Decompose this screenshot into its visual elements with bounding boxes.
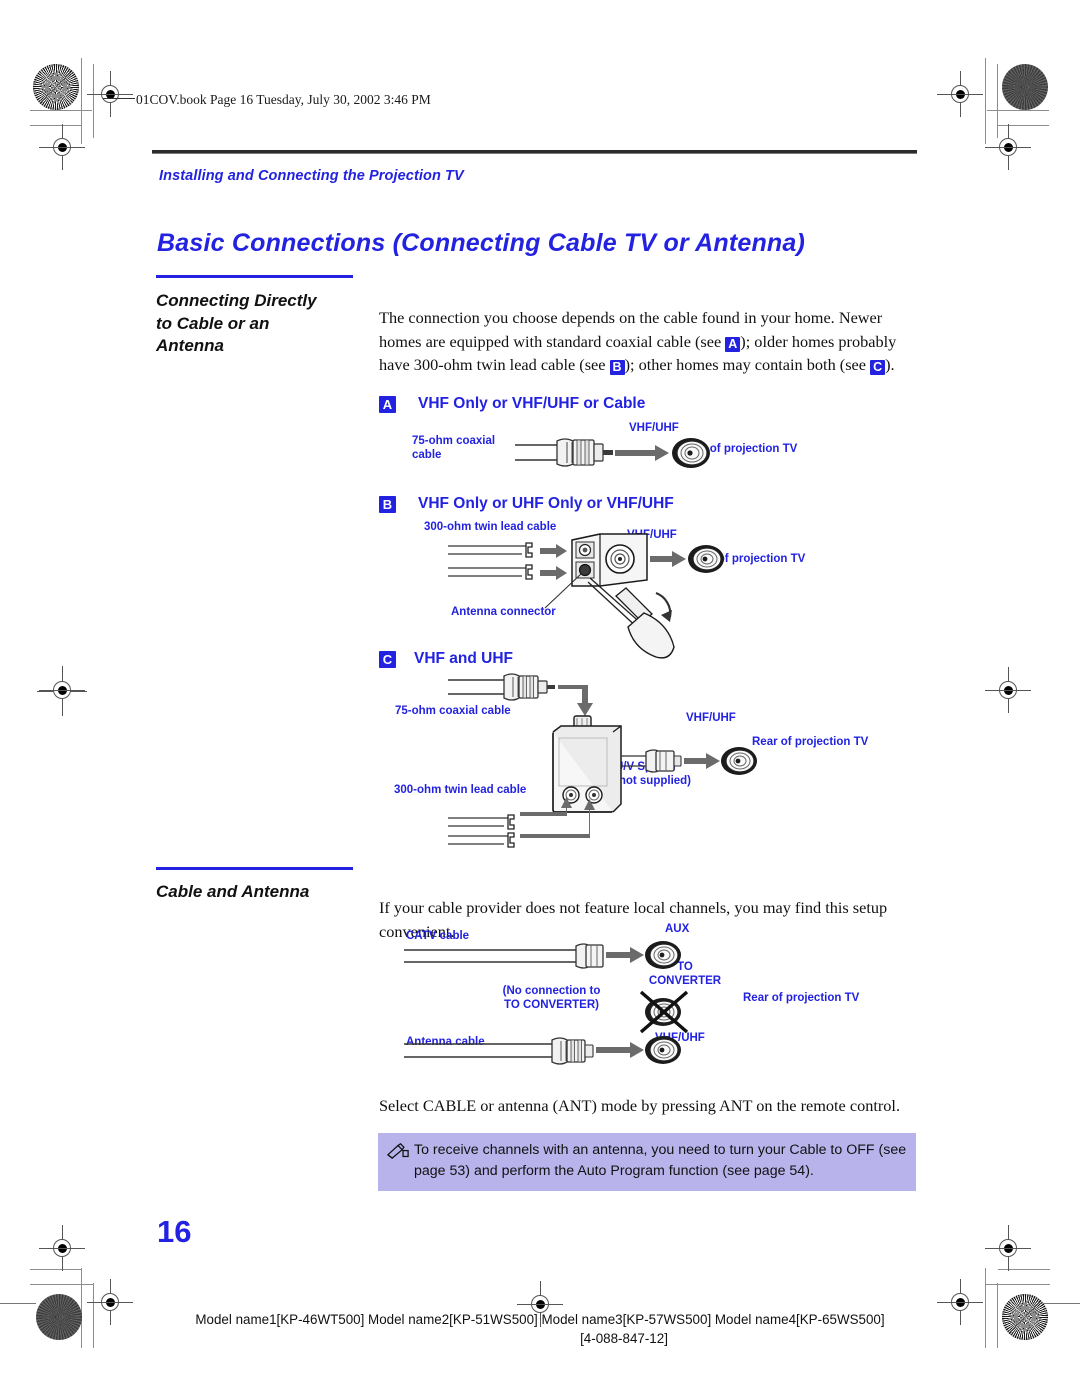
outro-paragraph-cable-antenna: Select CABLE or antenna (ANT) mode by pr… — [379, 1096, 901, 1116]
page-number: 16 — [157, 1214, 192, 1249]
file-stamp: 01COV.book Page 16 Tuesday, July 30, 200… — [136, 92, 431, 107]
inline-tag-b: B — [609, 360, 625, 376]
figure-d-artwork — [404, 936, 724, 1066]
crop-line-bl-h — [30, 1269, 82, 1270]
footer-rule-left — [0, 1303, 36, 1304]
crop-line-tl-h — [30, 110, 92, 111]
tip-note-text: To receive channels with an antenna, you… — [414, 1142, 907, 1180]
pencil-note-icon — [386, 1143, 409, 1159]
section-rule-cable-antenna — [156, 867, 353, 870]
registration-mark-mid-left-body — [39, 667, 85, 713]
crop-line-tr-v — [985, 58, 986, 144]
crop-line-tr-v2 — [997, 64, 998, 138]
inline-tag-a: A — [725, 336, 741, 352]
crop-line-tl-v — [81, 58, 82, 144]
figure-b-tag: B — [379, 496, 396, 513]
figure-c-caption: VHF and UHF — [414, 650, 514, 667]
page-title: Basic Connections (Connecting Cable TV o… — [157, 228, 806, 257]
section-heading-connecting: Connecting Directly to Cable or an Anten… — [156, 291, 317, 356]
footer-rule-right — [1043, 1303, 1080, 1304]
intro-paragraph-connecting: The connection you choose depends on the… — [379, 306, 924, 376]
inline-tag-c: C — [870, 360, 886, 376]
crop-line-tr-h — [987, 110, 1049, 111]
crop-line-tl-h2 — [30, 125, 82, 126]
figure-c-artwork — [448, 668, 798, 848]
running-head: Installing and Connecting the Projection… — [159, 168, 464, 184]
figure-a-artwork — [515, 430, 730, 478]
file-stamp-rule — [103, 98, 135, 99]
print-density-patch-tr — [1002, 64, 1048, 110]
registration-mark-mid-right — [985, 667, 1031, 713]
header-rule — [152, 150, 917, 154]
intro-text-part3: ); other homes may contain both (see — [624, 355, 871, 375]
crop-line-br-h2 — [986, 1284, 1050, 1285]
crop-line-tr-h2 — [997, 125, 1049, 126]
figure-a-tag: A — [379, 396, 396, 413]
section-rule-connecting — [156, 275, 353, 278]
figure-d-label-tv: Rear of projection TV — [743, 992, 860, 1004]
crop-line-br-h — [998, 1269, 1050, 1270]
figure-d-label-aux: AUX — [665, 923, 690, 935]
footer-doc-number: [4-088-847-12] — [580, 1331, 668, 1346]
crop-line-bl-h2 — [30, 1284, 94, 1285]
registration-mark-upper-left — [39, 124, 85, 170]
figure-c-tag: C — [379, 651, 396, 668]
registration-mark-top-left — [87, 71, 133, 117]
crop-line-tl-v2 — [93, 64, 94, 138]
figure-b-label-cable: 300-ohm twin lead cable — [424, 521, 557, 533]
tip-note-box: To receive channels with an antenna, you… — [378, 1133, 916, 1191]
registration-mark-lower-right — [985, 1225, 1031, 1271]
footer-model-list: Model name1[KP-46WT500] Model name2[KP-5… — [195, 1312, 885, 1327]
figure-a-label-cable: 75-ohm coaxial cable — [412, 435, 496, 462]
section-heading-cable-antenna: Cable and Antenna — [156, 882, 310, 901]
print-starburst-target-tl — [33, 64, 79, 110]
registration-mark-upper-right — [985, 124, 1031, 170]
figure-b-artwork — [448, 533, 743, 659]
figure-b-caption: VHF Only or UHF Only or VHF/UHF — [418, 495, 674, 512]
registration-mark-lower-left — [39, 1225, 85, 1271]
manual-page: 01COV.book Page 16 Tuesday, July 30, 200… — [0, 0, 1080, 1397]
figure-a-caption: VHF Only or VHF/UHF or Cable — [418, 395, 646, 412]
intro-text-part4: ). — [885, 355, 895, 375]
registration-mark-top-right — [937, 71, 983, 117]
